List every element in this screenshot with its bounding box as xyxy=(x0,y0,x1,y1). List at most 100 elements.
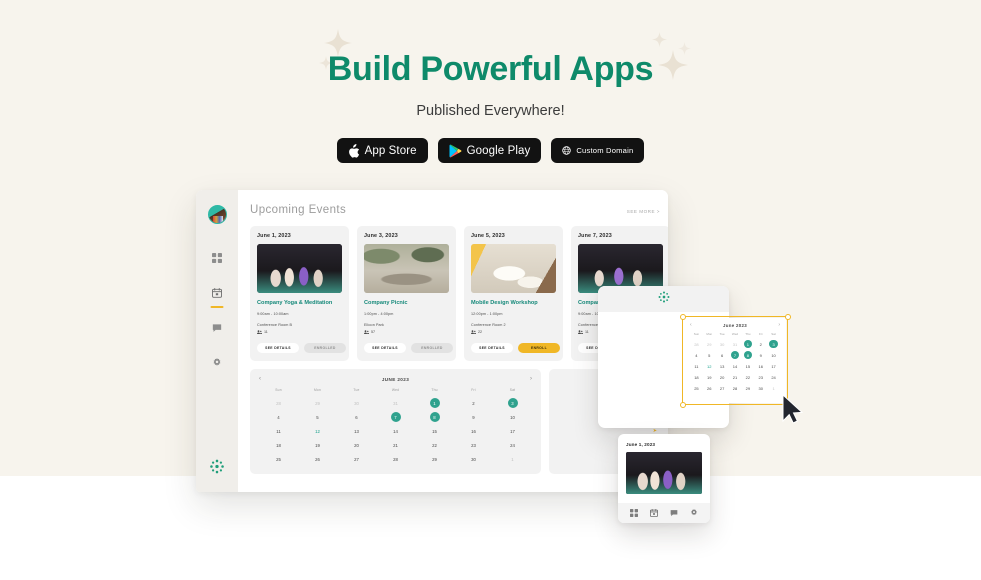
calendar-day-cell[interactable]: 28 xyxy=(690,339,703,349)
calendar-day-cell[interactable]: 28 xyxy=(259,397,298,409)
event-card[interactable]: June 3, 2023 Company Picnic 1:00pm - 4:0… xyxy=(357,226,456,362)
calendar-day-cell[interactable]: 13 xyxy=(716,361,729,371)
enroll-button[interactable]: ENROLL xyxy=(518,343,560,354)
calendar-day-cell[interactable]: 16 xyxy=(754,361,767,371)
google-play-badge[interactable]: Google Play xyxy=(437,138,542,163)
calendar-day-cell[interactable]: 8 xyxy=(415,411,454,423)
see-more-link[interactable]: SEE MORE > xyxy=(627,209,660,214)
custom-domain-badge[interactable]: Custom Domain xyxy=(551,138,645,163)
calendar-day-cell[interactable]: 26 xyxy=(703,383,716,393)
calendar-day-cell[interactable]: 30 xyxy=(716,339,729,349)
calendar-prev-button[interactable]: ‹ xyxy=(259,376,261,382)
calendar-day-cell[interactable]: 31 xyxy=(729,339,742,349)
calendar-day-cell[interactable]: 7 xyxy=(376,411,415,423)
calendar-day-cell[interactable]: 15 xyxy=(415,425,454,437)
calendar-day-cell[interactable]: 21 xyxy=(729,372,742,382)
calendar-day-cell[interactable]: 31 xyxy=(376,397,415,409)
calendar-day-cell[interactable]: 28 xyxy=(376,453,415,465)
event-card[interactable]: June 1, 2023 Company Yoga & Meditation 9… xyxy=(250,226,349,362)
calendar-day-cell[interactable]: 21 xyxy=(376,439,415,451)
calendar-day-cell[interactable]: 18 xyxy=(690,372,703,382)
calendar-day-cell[interactable]: 29 xyxy=(415,453,454,465)
calendar-day-cell[interactable]: 14 xyxy=(376,425,415,437)
calendar-day-cell[interactable]: 19 xyxy=(703,372,716,382)
calendar-day-number: 16 xyxy=(471,428,476,434)
calendar-day-cell[interactable]: 9 xyxy=(454,411,493,423)
sidebar-item-dashboard[interactable] xyxy=(212,250,222,268)
avatar[interactable] xyxy=(207,205,227,224)
calendar-day-cell[interactable]: 3 xyxy=(493,397,532,409)
calendar-day-cell[interactable]: 29 xyxy=(298,397,337,409)
calendar-day-cell[interactable]: 20 xyxy=(337,439,376,451)
calendar-day-cell[interactable]: 6 xyxy=(716,350,729,360)
sidebar-item-settings[interactable] xyxy=(212,355,222,373)
calendar-day-cell[interactable]: 24 xyxy=(493,439,532,451)
nav-item-events[interactable] xyxy=(650,504,659,522)
calendar-day-cell[interactable]: 29 xyxy=(741,383,754,393)
calendar-day-cell[interactable]: 30 xyxy=(754,383,767,393)
calendar-day-cell[interactable]: 27 xyxy=(716,383,729,393)
nav-item-settings[interactable] xyxy=(690,504,698,522)
calendar-day-cell[interactable]: 17 xyxy=(493,425,532,437)
sidebar-item-events[interactable] xyxy=(212,285,222,303)
calendar-day-cell[interactable]: 14 xyxy=(729,361,742,371)
calendar-prev-button[interactable]: ‹ xyxy=(690,323,692,328)
calendar-day-cell[interactable]: 25 xyxy=(259,453,298,465)
calendar-dow-label: Fri xyxy=(758,332,763,336)
calendar-day-cell[interactable]: 6 xyxy=(337,411,376,423)
calendar-day-cell[interactable]: 10 xyxy=(493,411,532,423)
calendar-day-cell[interactable]: 9 xyxy=(754,350,767,360)
calendar-day-cell[interactable]: 30 xyxy=(454,453,493,465)
calendar-day-cell[interactable]: 23 xyxy=(754,372,767,382)
sidebar-item-messages[interactable] xyxy=(212,320,222,338)
calendar-day-cell[interactable]: 18 xyxy=(259,439,298,451)
calendar-day-cell[interactable]: 10 xyxy=(767,350,780,360)
calendar-day-cell[interactable]: 2 xyxy=(454,397,493,409)
calendar-day-cell[interactable]: 22 xyxy=(415,439,454,451)
calendar-day-cell[interactable]: 1 xyxy=(741,339,754,349)
calendar-day-cell[interactable]: 13 xyxy=(337,425,376,437)
see-details-button[interactable]: SEE DETAILS xyxy=(471,343,513,354)
calendar-day-cell[interactable]: 25 xyxy=(690,383,703,393)
calendar-next-button[interactable]: › xyxy=(530,376,532,382)
app-store-badge[interactable]: App Store xyxy=(336,138,428,163)
enrolled-button[interactable]: ENROLLED xyxy=(411,343,453,354)
calendar-day-cell[interactable]: 8 xyxy=(741,350,754,360)
selected-calendar-widget[interactable]: ‹ June 2023 › Sun Mon Tue Wed Thu Fri Sat 28 29 3… xyxy=(684,318,786,403)
calendar-day-cell[interactable]: 12 xyxy=(298,425,337,437)
calendar-day-cell[interactable]: 30 xyxy=(337,397,376,409)
calendar-day-number: 30 xyxy=(719,341,725,347)
calendar-day-cell[interactable]: 12 xyxy=(703,361,716,371)
calendar-day-cell[interactable]: 7 xyxy=(729,350,742,360)
calendar-day-cell[interactable]: 2 xyxy=(754,339,767,349)
enrolled-button[interactable]: ENROLLED xyxy=(304,343,346,354)
see-details-button[interactable]: SEE DETAILS xyxy=(364,343,406,354)
calendar-day-cell[interactable]: 1 xyxy=(415,397,454,409)
calendar-day-cell[interactable]: 4 xyxy=(690,350,703,360)
calendar-day-cell[interactable]: 11 xyxy=(259,425,298,437)
calendar-day-cell[interactable]: 5 xyxy=(703,350,716,360)
calendar-next-button[interactable]: › xyxy=(778,323,780,328)
calendar-day-cell[interactable]: 28 xyxy=(729,383,742,393)
calendar-day-cell[interactable]: 1 xyxy=(767,383,780,393)
calendar-day-cell[interactable]: 26 xyxy=(298,453,337,465)
calendar-day-cell[interactable]: 3 xyxy=(767,339,780,349)
event-card[interactable]: June 5, 2023 Mobile Design Workshop 12:0… xyxy=(464,226,563,362)
calendar-day-cell[interactable]: 17 xyxy=(767,361,780,371)
nav-item-dashboard[interactable] xyxy=(630,504,638,522)
calendar-day-cell[interactable]: 29 xyxy=(703,339,716,349)
calendar-day-cell[interactable]: 4 xyxy=(259,411,298,423)
calendar-day-cell[interactable]: 24 xyxy=(767,372,780,382)
calendar-day-cell[interactable]: 16 xyxy=(454,425,493,437)
calendar-day-cell[interactable]: 19 xyxy=(298,439,337,451)
calendar-day-cell[interactable]: 27 xyxy=(337,453,376,465)
calendar-day-cell[interactable]: 5 xyxy=(298,411,337,423)
calendar-day-cell[interactable]: 11 xyxy=(690,361,703,371)
calendar-day-cell[interactable]: 1 xyxy=(493,453,532,465)
calendar-day-cell[interactable]: 15 xyxy=(741,361,754,371)
calendar-day-cell[interactable]: 22 xyxy=(741,372,754,382)
calendar-day-cell[interactable]: 23 xyxy=(454,439,493,451)
nav-item-messages[interactable] xyxy=(670,504,678,522)
calendar-day-cell[interactable]: 20 xyxy=(716,372,729,382)
see-details-button[interactable]: SEE DETAILS xyxy=(257,343,299,354)
